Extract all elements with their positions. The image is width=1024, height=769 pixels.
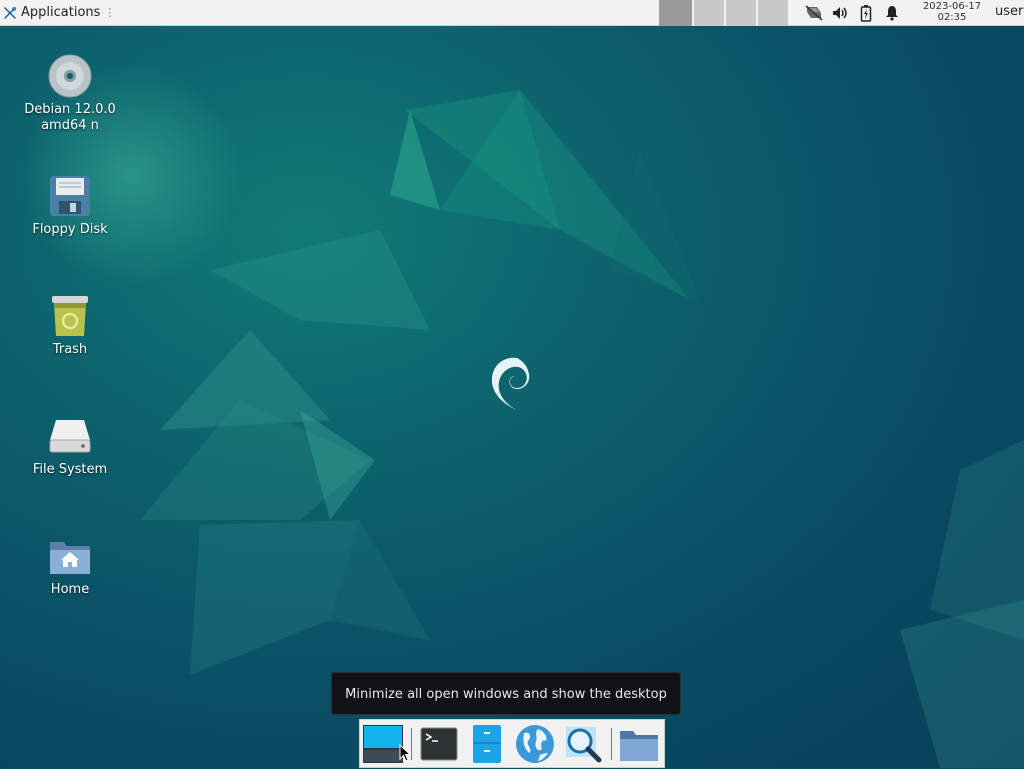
- desktop-icon-label: File System: [32, 462, 108, 477]
- battery-icon[interactable]: [854, 0, 878, 26]
- xfce-logo-icon: [4, 6, 16, 19]
- desktop-background[interactable]: [0, 0, 1024, 768]
- app-finder-icon: [566, 727, 602, 763]
- volume-icon[interactable]: [828, 0, 852, 26]
- mouse-cursor-icon: [399, 744, 411, 762]
- desktop-icon-home[interactable]: Home: [18, 534, 122, 598]
- desktop-icon-file-system[interactable]: File System: [18, 414, 122, 478]
- desktop-icon-debian-disc[interactable]: Debian 12.0.0 amd64 n: [18, 54, 122, 134]
- top-panel: Applications ⋮ 2023-06-17 02:35 user: [0, 0, 1024, 26]
- workspace-switcher[interactable]: [659, 0, 788, 26]
- home-folder-icon: [50, 542, 90, 574]
- desktop-icon-trash[interactable]: Trash: [18, 294, 122, 358]
- workspace-1[interactable]: [659, 0, 692, 26]
- clock-date: 2023-06-17: [922, 1, 982, 12]
- floppy-disk-icon: [50, 176, 90, 216]
- cd-disc-icon: [48, 54, 92, 98]
- app-finder-button[interactable]: [562, 723, 604, 765]
- terminal-icon: [420, 727, 458, 761]
- network-icon[interactable]: [802, 0, 826, 26]
- trash-icon: [52, 296, 88, 336]
- file-manager-icon: [473, 725, 501, 763]
- dock-separator: [411, 728, 412, 760]
- show-desktop-icon: [363, 725, 403, 763]
- workspace-4[interactable]: [756, 0, 788, 26]
- applications-menu[interactable]: Applications ⋮: [0, 0, 115, 26]
- desktop-icon-label: Floppy Disk: [32, 222, 108, 237]
- dock-separator: [611, 728, 612, 760]
- tooltip: Minimize all open windows and show the d…: [331, 672, 681, 715]
- notification-bell-icon[interactable]: [880, 0, 904, 26]
- clock-time: 02:35: [937, 12, 967, 23]
- desktop-icon-label: Home: [50, 582, 90, 597]
- folder-button[interactable]: [618, 723, 660, 765]
- hard-drive-icon: [49, 420, 91, 453]
- terminal-button[interactable]: [418, 723, 460, 765]
- folder-icon: [620, 731, 658, 761]
- desktop-icon-label: Trash: [52, 342, 88, 357]
- workspace-2[interactable]: [692, 0, 724, 26]
- system-tray: [802, 0, 906, 26]
- applications-label: Applications: [21, 5, 101, 20]
- debian-logo: [491, 357, 530, 410]
- workspace-3[interactable]: [724, 0, 756, 26]
- web-browser-icon: [516, 725, 554, 763]
- web-browser-button[interactable]: [514, 723, 556, 765]
- desktop-icon-label: Debian 12.0.0 amd64 n: [24, 102, 116, 133]
- user-menu[interactable]: user: [995, 4, 1023, 19]
- clock[interactable]: 2023-06-17 02:35: [914, 1, 990, 23]
- desktop-icon-floppy-disk[interactable]: Floppy Disk: [18, 174, 122, 238]
- show-desktop-button[interactable]: [362, 723, 404, 765]
- file-manager-button[interactable]: [466, 723, 508, 765]
- panel-separator: ⋮: [104, 6, 116, 19]
